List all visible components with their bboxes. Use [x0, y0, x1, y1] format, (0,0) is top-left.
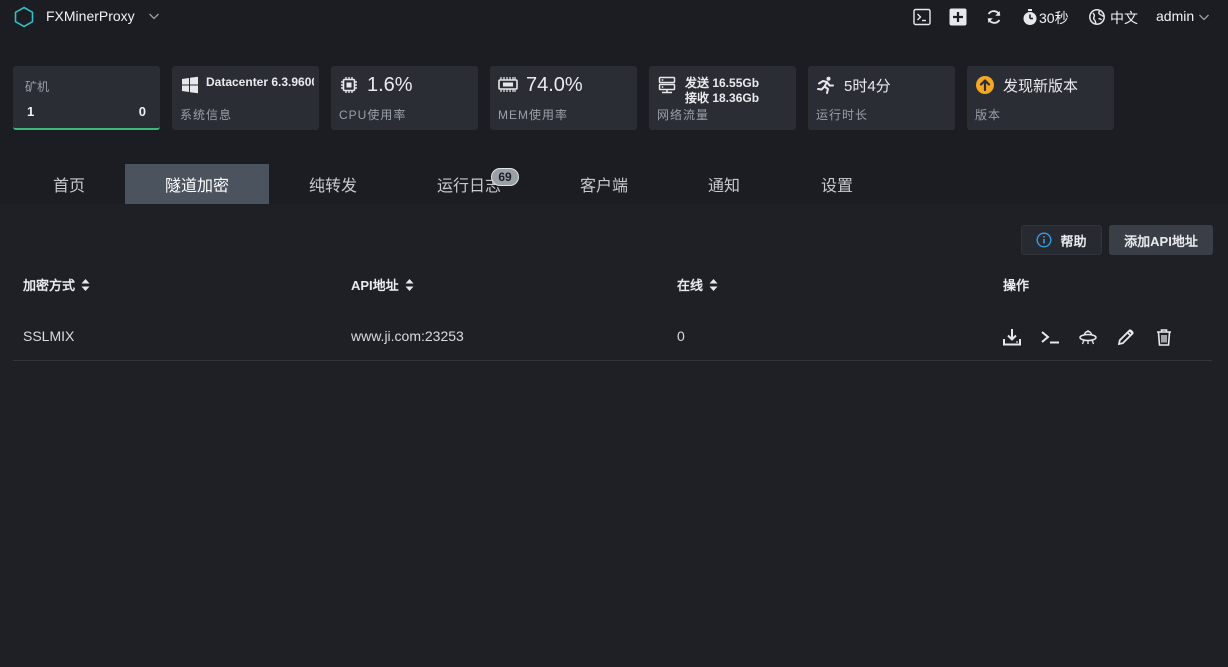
tab-tunnel-encryption[interactable]: 隧道加密	[125, 164, 269, 204]
system-info-label: 系统信息	[180, 108, 233, 122]
language-selector[interactable]: 中文	[1110, 8, 1138, 28]
windows-icon	[180, 75, 200, 95]
tab-notifications[interactable]: 通知	[672, 164, 776, 204]
version-label: 版本	[975, 108, 1002, 122]
uptime-label: 运行时长	[816, 108, 869, 122]
globe-icon[interactable]	[1087, 7, 1107, 27]
console-icon[interactable]	[1039, 326, 1061, 348]
cpu-icon	[339, 75, 359, 95]
cell-online: 0	[677, 328, 685, 344]
help-button-label: 帮助	[1060, 233, 1087, 249]
version-card[interactable]: 发现新版本 版本	[967, 66, 1114, 130]
network-label: 网络流量	[657, 108, 710, 122]
download-icon[interactable]	[1001, 326, 1023, 348]
network-received: 接收 18.36Gb	[685, 91, 760, 105]
tab-settings[interactable]: 设置	[786, 164, 888, 204]
column-encryption[interactable]: 加密方式	[23, 275, 90, 294]
app-title[interactable]: FXMinerProxy	[46, 8, 135, 24]
system-info-value: Datacenter 6.3.9600	[206, 75, 314, 89]
user-menu[interactable]: admin	[1156, 8, 1194, 24]
tab-clients[interactable]: 客户端	[548, 164, 660, 204]
ufo-icon[interactable]	[1077, 326, 1099, 348]
sort-icon[interactable]	[81, 278, 90, 292]
plus-square-icon[interactable]	[948, 7, 968, 27]
sort-icon[interactable]	[405, 278, 414, 292]
cell-api-address: www.ji.com:23253	[351, 328, 464, 344]
column-api-address[interactable]: API地址	[351, 275, 414, 294]
table-row-divider	[13, 360, 1212, 361]
trash-icon[interactable]	[1153, 326, 1175, 348]
column-encryption-label: 加密方式	[23, 278, 76, 293]
column-online-label: 在线	[677, 278, 704, 293]
uptime-card: 5时4分 运行时长	[808, 66, 955, 130]
miners-card[interactable]: 矿机 1 0	[13, 66, 160, 130]
mem-card: 74.0% MEM使用率	[490, 66, 637, 130]
chevron-down-icon[interactable]	[1197, 10, 1211, 24]
mem-usage-label: MEM使用率	[498, 108, 568, 122]
run-log-badge: 69	[491, 168, 519, 186]
column-actions: 操作	[1003, 278, 1030, 293]
network-card: 发送 16.55Gb 接收 18.36Gb 网络流量	[649, 66, 796, 130]
cpu-usage-value: 1.6%	[367, 74, 413, 96]
refresh-icon[interactable]	[984, 7, 1004, 27]
column-api-address-label: API地址	[351, 278, 399, 293]
cell-encryption: SSLMIX	[23, 328, 75, 344]
tab-home[interactable]: 首页	[13, 164, 125, 204]
terminal-icon[interactable]	[912, 7, 932, 27]
sort-icon[interactable]	[709, 278, 718, 292]
add-api-button[interactable]: 添加API地址	[1109, 225, 1213, 255]
version-value[interactable]: 发现新版本	[1003, 75, 1078, 96]
miners-online-count: 1	[27, 104, 35, 119]
arrow-up-circle-icon	[975, 75, 995, 95]
memory-icon	[498, 75, 518, 95]
refresh-interval[interactable]: 30秒	[1039, 8, 1069, 28]
pencil-icon[interactable]	[1115, 326, 1137, 348]
mem-usage-value: 74.0%	[526, 74, 583, 96]
network-icon	[657, 75, 677, 95]
chevron-down-icon[interactable]	[147, 9, 161, 23]
miners-offline-count: 0	[138, 104, 146, 119]
timer-icon[interactable]	[1020, 7, 1040, 27]
cpu-usage-label: CPU使用率	[339, 108, 407, 122]
logo-hexagon-icon	[14, 6, 34, 28]
miners-label: 矿机	[25, 80, 50, 94]
system-info-card: Datacenter 6.3.9600 系统信息	[172, 66, 319, 130]
tab-pure-forward[interactable]: 纯转发	[269, 164, 397, 204]
uptime-value: 5时4分	[844, 78, 891, 95]
column-online[interactable]: 在线	[677, 275, 718, 294]
info-icon	[1036, 232, 1052, 248]
help-button[interactable]: 帮助	[1021, 225, 1102, 255]
cpu-card: 1.6% CPU使用率	[331, 66, 478, 130]
running-icon	[816, 75, 836, 95]
